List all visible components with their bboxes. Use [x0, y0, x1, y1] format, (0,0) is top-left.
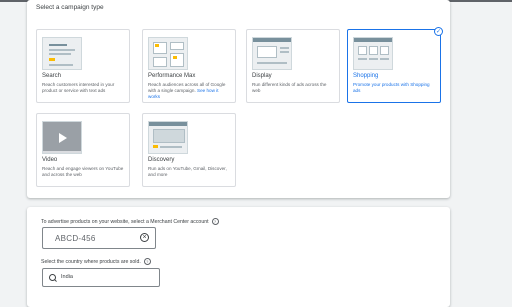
campaign-type-card: Select a campaign type Search Reach cust…: [27, 0, 450, 198]
option-description: Run different kinds of ads across the we…: [252, 82, 327, 93]
merchant-center-label: To advertise products on your website, s…: [41, 218, 219, 225]
selected-check-icon: ✓: [434, 27, 443, 36]
option-title: Search: [42, 73, 62, 79]
search-ad-preview-icon: [42, 37, 82, 70]
campaign-option-shopping[interactable]: ✓ Shopping Promote your products with Sh…: [347, 27, 443, 103]
help-icon[interactable]: ?: [143, 258, 151, 265]
discovery-ad-preview-icon: [148, 121, 188, 154]
display-ad-preview-icon: [252, 37, 292, 70]
option-description: Reach audiences across all of Google wit…: [148, 82, 226, 99]
country-label: Select the country where products are so…: [41, 258, 151, 265]
option-description: Reach and engage viewers on YouTube and …: [42, 166, 124, 177]
clear-icon[interactable]: ×: [140, 233, 149, 242]
merchant-center-account-value: ABCD-456: [55, 234, 96, 243]
shopping-ad-preview-icon: [353, 37, 393, 70]
option-description: Promote your products with Shopping ads: [353, 82, 430, 93]
option-title: Video: [42, 157, 58, 163]
merchant-center-account-field[interactable]: ABCD-456 ×: [42, 227, 156, 249]
campaign-option-search[interactable]: Search Reach customers interested in you…: [36, 29, 130, 103]
performance-max-preview-icon: [148, 37, 188, 70]
country-value: India: [61, 274, 73, 280]
option-description: Run ads on YouTube, Gmail, Discover, and…: [148, 166, 227, 177]
video-ad-preview-icon: [42, 121, 82, 154]
option-title: Discovery: [148, 157, 175, 163]
campaign-option-video[interactable]: Video Reach and engage viewers on YouTub…: [36, 113, 130, 187]
country-search-input[interactable]: India: [42, 268, 160, 287]
option-title: Display: [252, 73, 272, 79]
merchant-center-card: To advertise products on your website, s…: [27, 207, 450, 307]
option-title: Performance Max: [148, 73, 196, 79]
campaign-option-performance-max[interactable]: Performance Max Reach audiences across a…: [142, 29, 236, 103]
option-title: Shopping: [353, 73, 379, 79]
option-description: Reach customers interested in your produ…: [42, 82, 115, 93]
campaign-option-display[interactable]: Display Run different kinds of ads acros…: [246, 29, 340, 103]
campaign-option-discovery[interactable]: Discovery Run ads on YouTube, Gmail, Dis…: [142, 113, 236, 187]
play-icon: [59, 133, 67, 143]
help-icon[interactable]: ?: [211, 218, 219, 225]
section-title: Select a campaign type: [36, 4, 104, 11]
search-icon: [49, 274, 56, 281]
